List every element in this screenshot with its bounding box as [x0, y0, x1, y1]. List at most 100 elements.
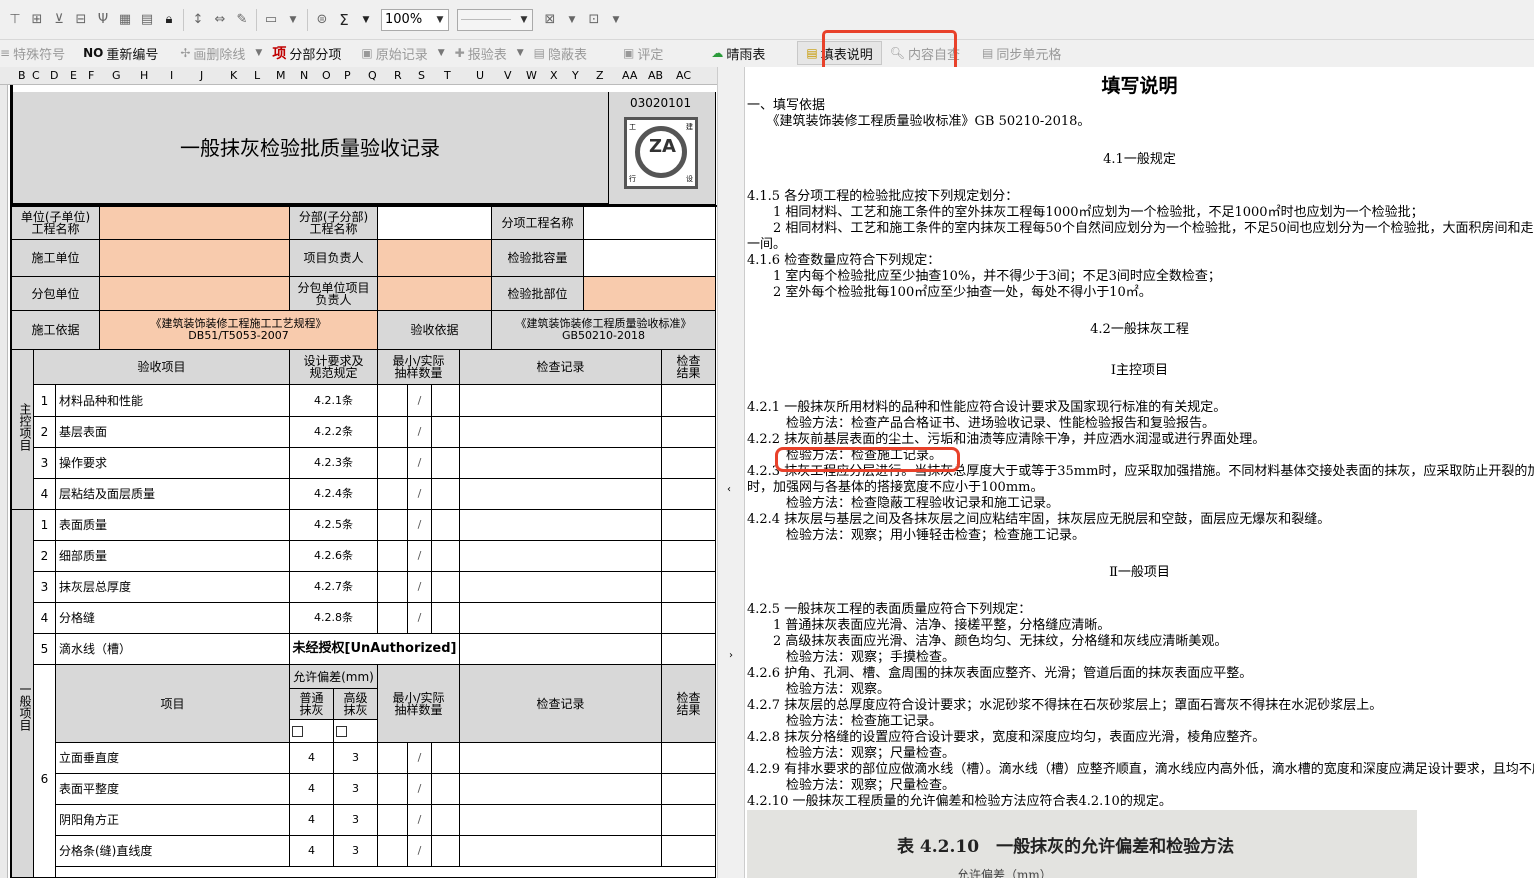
check-record-cell[interactable]: [460, 572, 662, 603]
clause-cell[interactable]: 4.2.4条: [290, 479, 378, 510]
form-label[interactable]: 高级 抹灰: [334, 689, 378, 720]
actual-qty-cell[interactable]: [432, 385, 460, 417]
column-header[interactable]: V: [504, 69, 512, 82]
chevron-down-icon[interactable]: ▼: [255, 48, 262, 58]
normal-plaster-checkbox[interactable]: [292, 726, 303, 737]
sample-qty-cell[interactable]: [378, 479, 408, 510]
slash-cell[interactable]: /: [408, 541, 432, 572]
slash-cell[interactable]: /: [408, 385, 432, 417]
item-name[interactable]: 材料品种和性能: [56, 385, 290, 417]
sub-manager-input[interactable]: [378, 277, 492, 311]
column-header[interactable]: I: [170, 69, 173, 82]
format-icon[interactable]: ▤: [136, 9, 158, 31]
check-record-cell[interactable]: [460, 448, 662, 479]
column-header[interactable]: E: [70, 69, 77, 82]
form-label[interactable]: 项目负责人: [290, 240, 378, 277]
column-header[interactable]: B: [18, 69, 26, 82]
form-title[interactable]: 一般抹灰检验批质量验收记录: [12, 92, 609, 205]
column-header[interactable]: AB: [648, 69, 663, 82]
fill-instructions-button[interactable]: ▤ 填表说明: [797, 41, 882, 65]
form-label[interactable]: 检查 结果: [662, 665, 716, 743]
check-result-cell[interactable]: [662, 385, 716, 417]
actual-qty-cell[interactable]: [432, 479, 460, 510]
column-header[interactable]: C: [32, 69, 40, 82]
check-record-cell[interactable]: [460, 541, 662, 572]
column-header[interactable]: X: [550, 69, 558, 82]
column-header[interactable]: R: [394, 69, 402, 82]
advanced-tolerance[interactable]: 3: [334, 743, 378, 774]
clause-cell[interactable]: 4.2.3条: [290, 448, 378, 479]
sample-qty-cell[interactable]: [378, 805, 408, 836]
column-header[interactable]: D: [50, 69, 58, 82]
row-number[interactable]: 4: [34, 603, 56, 634]
sample-qty-header[interactable]: 最小/实际 抽样数量: [378, 350, 460, 385]
slash-cell[interactable]: /: [408, 774, 432, 805]
advanced-tolerance[interactable]: 3: [334, 836, 378, 867]
slash-cell[interactable]: /: [408, 836, 432, 867]
check-result-cell[interactable]: [662, 417, 716, 448]
subitem-name-input[interactable]: [584, 207, 716, 240]
tolerance-item-name[interactable]: 分格条(缝)直线度: [56, 836, 290, 867]
sum-dropdown-icon[interactable]: ▼: [355, 9, 377, 31]
check-record-cell[interactable]: [460, 417, 662, 448]
advanced-plaster-checkbox[interactable]: [336, 726, 347, 737]
column-header[interactable]: Y: [572, 69, 579, 82]
column-header[interactable]: S: [418, 69, 425, 82]
border-icon[interactable]: ⊠: [539, 9, 561, 31]
acceptance-basis-value[interactable]: 《建筑装饰装修工程质量验收标准》 GB50210-2018: [492, 311, 716, 350]
form-label[interactable]: 检查 结果: [662, 350, 716, 385]
check-result-cell[interactable]: [662, 743, 716, 774]
column-header[interactable]: AC: [676, 69, 691, 82]
column-header[interactable]: H: [140, 69, 148, 82]
check-record-cell[interactable]: [460, 774, 662, 805]
column-header[interactable]: Z: [596, 69, 604, 82]
item-name[interactable]: 抹灰层总厚度: [56, 572, 290, 603]
item-name[interactable]: 分格缝: [56, 603, 290, 634]
subitem-button[interactable]: 项分部分项: [268, 41, 345, 65]
check-result-cell[interactable]: [662, 510, 716, 541]
column-header[interactable]: N: [300, 69, 308, 82]
column-header[interactable]: P: [344, 69, 351, 82]
column-header[interactable]: W: [526, 69, 537, 82]
form-label[interactable]: 检验批容量: [492, 240, 584, 277]
row-number[interactable]: 2: [34, 541, 56, 572]
merge-icon[interactable]: ⊻: [48, 9, 70, 31]
normal-tolerance[interactable]: 4: [290, 805, 334, 836]
actual-qty-cell[interactable]: [432, 805, 460, 836]
sample-qty-cell[interactable]: [378, 385, 408, 417]
self-check-button[interactable]: 🔍︎ 内容自查: [886, 41, 964, 65]
row-number[interactable]: 1: [34, 385, 56, 417]
row-number[interactable]: 3: [34, 572, 56, 603]
form-label[interactable]: 单位(子单位) 工程名称: [12, 207, 100, 240]
column-header[interactable]: U: [476, 69, 484, 82]
actual-qty-cell[interactable]: [432, 603, 460, 634]
check-result-cell[interactable]: [662, 774, 716, 805]
column-header[interactable]: T: [444, 69, 451, 82]
align-top-icon[interactable]: ⊤: [4, 9, 26, 31]
form-label[interactable]: 普通 抹灰: [290, 689, 334, 720]
project-manager-input[interactable]: [378, 240, 492, 277]
subcontractor-input[interactable]: [100, 277, 290, 311]
form-label[interactable]: 检查记录: [460, 350, 662, 385]
column-header[interactable]: L: [254, 69, 260, 82]
form-label[interactable]: 施工单位: [12, 240, 100, 277]
form-label[interactable]: 分包单位: [12, 277, 100, 311]
row-number[interactable]: 3: [34, 448, 56, 479]
pane-splitter[interactable]: ‹ ›: [717, 67, 745, 878]
align-middle-icon[interactable]: ⊞: [26, 9, 48, 31]
design-req-header[interactable]: 设计要求及 规范规定: [290, 350, 378, 385]
chevron-down-icon[interactable]: ▼: [432, 10, 448, 30]
brush-icon[interactable]: ✎: [231, 9, 253, 31]
division-name-input[interactable]: [378, 207, 492, 240]
actual-qty-cell[interactable]: [432, 836, 460, 867]
item-name[interactable]: 细部质量: [56, 541, 290, 572]
sample-qty-cell[interactable]: [378, 774, 408, 805]
chevron-down-icon[interactable]: ▼: [438, 48, 445, 58]
sample-qty-cell[interactable]: [378, 417, 408, 448]
clause-cell[interactable]: 4.2.7条: [290, 572, 378, 603]
column-header[interactable]: K: [230, 69, 237, 82]
normal-tolerance[interactable]: 4: [290, 774, 334, 805]
clause-cell[interactable]: 4.2.1条: [290, 385, 378, 417]
chart-dropdown-icon[interactable]: ▼: [282, 9, 304, 31]
form-label[interactable]: 验收项目: [34, 350, 290, 385]
